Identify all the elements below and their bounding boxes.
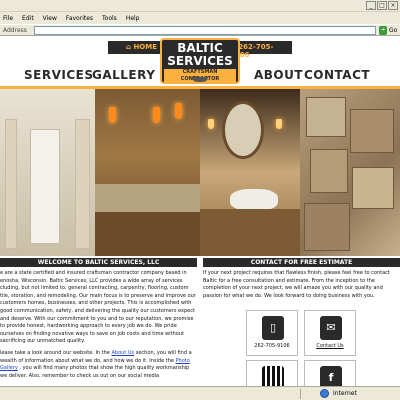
tile [306,97,346,137]
tile [304,203,350,251]
wall-trim [5,119,17,249]
address-input[interactable] [34,26,376,35]
page-content: ⌂ HOME ✆ 262-705-9106 BALTIC SERVICES CR… [0,36,400,386]
nav-gallery[interactable]: GALLERY [92,68,155,82]
nav-contact[interactable]: CONTACT [304,68,370,82]
window-controls: _ □ × [365,1,398,10]
site-header: ⌂ HOME ✆ 262-705-9106 BALTIC SERVICES CR… [0,36,400,88]
phone-tile[interactable]: ▯ 262-705-9106 [246,310,298,356]
close-button[interactable]: × [388,1,398,10]
bathroom-photo [200,89,300,256]
wall-trim-right [75,119,90,249]
para2-end: , you will find many photos that show th… [0,365,190,379]
pendant-light [153,107,160,123]
menu-edit[interactable]: Edit [22,15,34,22]
envelope-icon: ✉ [320,316,342,340]
countertop [95,184,200,212]
title-bar: _ □ × [0,0,400,12]
qr-code-icon [262,366,284,386]
facebook-tile[interactable]: f [304,360,356,386]
maximize-button[interactable]: □ [377,1,387,10]
status-bar: Internet [0,386,400,400]
security-zone: Internet [333,390,357,397]
photo-banner [0,89,400,256]
menu-bar: File Edit View Favorites Tools Help [0,12,400,24]
go-button[interactable]: Go [389,27,397,34]
pendant-light [175,103,182,119]
contact-section: If your next project requires that flawl… [203,270,400,300]
menu-favorites[interactable]: Favorites [66,15,93,22]
menu-tools[interactable]: Tools [102,15,117,22]
sink-basin [230,189,278,211]
hallway-photo [0,89,95,256]
site-logo[interactable]: BALTIC SERVICES CRAFTSMAN CONTRACTOR [160,38,240,84]
welcome-paragraph-1: e are a state certified and insured craf… [0,270,196,345]
pendant-light [109,107,116,123]
menu-help[interactable]: Help [126,15,140,22]
tile-shower-photo [300,89,400,256]
home-link[interactable]: ⌂ HOME [126,43,157,51]
logo-gear-icon [192,77,208,82]
email-tile[interactable]: ✉ Contact Us [304,310,356,356]
browser-window: _ □ × File Edit View Favorites Tools Hel… [0,0,400,400]
qr-code-tile[interactable] [246,360,298,386]
menu-file[interactable]: File [3,15,13,22]
globe-icon [320,389,329,398]
phone-tile-label: 262-705-9106 [254,343,290,349]
contact-heading: CONTACT FOR FREE ESTIMATE [203,258,400,267]
go-arrow-icon[interactable]: ➜ [379,26,387,35]
contact-text: If your next project requires that flawl… [203,270,390,299]
welcome-heading: WELCOME TO BALTIC SERVICES, LLC [0,258,197,267]
facebook-icon: f [320,366,342,386]
kitchen-photo [95,89,200,256]
sconce-light [208,119,214,129]
about-us-link[interactable]: About Us [111,350,134,356]
home-link-label: HOME [133,43,158,51]
vanity [200,209,300,256]
address-label: Address [3,26,27,34]
nav-about[interactable]: ABOUT [254,68,303,82]
tile [310,149,348,193]
tile [352,167,394,209]
welcome-paragraph-2: lease take a look around our website. In… [0,350,197,380]
smartphone-icon: ▯ [262,316,284,340]
door-shape [30,129,60,244]
address-bar: Address ➜ Go [0,24,400,36]
welcome-text: e are a state certified and insured craf… [0,270,197,384]
oval-mirror [222,101,264,159]
tile [350,109,394,153]
minimize-button[interactable]: _ [366,1,376,10]
status-divider [300,389,301,399]
contact-us-link[interactable]: Contact Us [305,343,355,349]
menu-view[interactable]: View [43,15,57,22]
logo-services: SERVICES [167,54,233,68]
sconce-light [276,119,282,129]
cabinets [95,212,200,256]
para2-start: lease take a look around our website. In… [0,349,112,356]
nav-services[interactable]: SERVICES [24,68,93,82]
